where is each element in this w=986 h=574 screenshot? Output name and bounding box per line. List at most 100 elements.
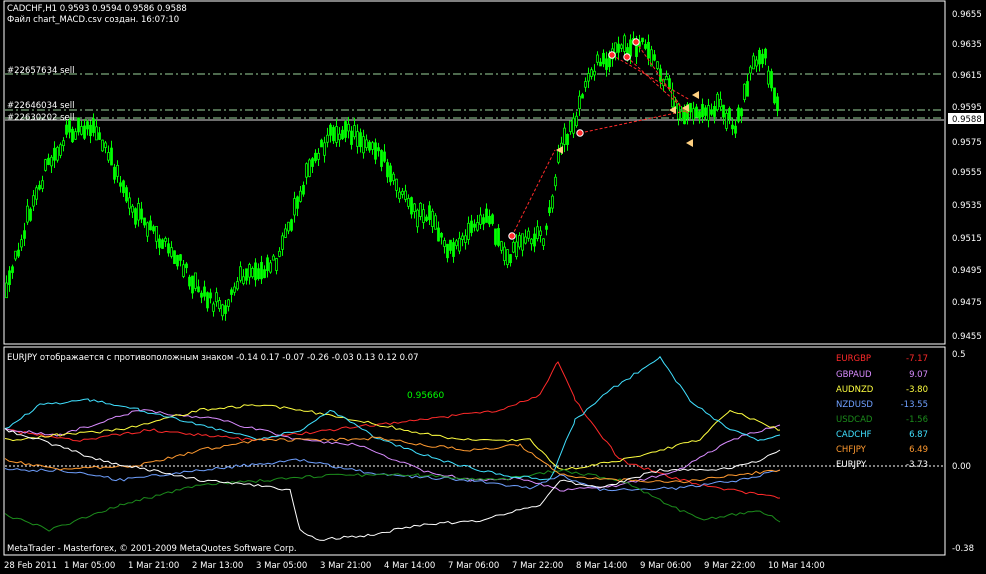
candle-body — [722, 104, 725, 118]
time-axis: 28 Feb 2011 1 Mar 05:00 1 Mar 21:00 2 Ma… — [4, 561, 825, 571]
time-tick: 2 Mar 13:00 — [192, 561, 243, 571]
candle-body — [707, 105, 710, 121]
legend-symbol: CHFJPY — [836, 445, 867, 455]
candle-body — [515, 241, 518, 258]
candle-body — [719, 98, 722, 108]
legend-symbol: NZDUSD — [836, 400, 873, 410]
candle-body — [371, 142, 374, 150]
candle-body — [743, 83, 746, 101]
candle-body — [731, 124, 734, 130]
candle-body — [491, 214, 494, 224]
candle-body — [713, 106, 716, 117]
candle-body — [284, 228, 287, 238]
candle-body — [659, 68, 662, 82]
candle-body — [230, 289, 233, 295]
candle-body — [254, 262, 257, 281]
candle-body — [530, 238, 533, 245]
candle-body — [497, 228, 500, 246]
candle-body — [737, 107, 740, 122]
candle-body — [131, 205, 134, 213]
price-panel[interactable] — [3, 0, 946, 345]
candle-body — [383, 151, 386, 162]
candle-body — [101, 139, 104, 152]
candle-body — [623, 35, 626, 52]
indicator-tick: -0.38 — [952, 544, 974, 554]
price-tick: 0.9515 — [952, 234, 982, 244]
candle-body — [386, 162, 389, 178]
candle-body — [488, 215, 491, 225]
candle-body — [677, 103, 680, 120]
candle-body — [89, 124, 92, 137]
candle-body — [572, 117, 575, 134]
candle-body — [65, 124, 68, 135]
candle-body — [764, 48, 767, 59]
time-tick: 3 Mar 05:00 — [256, 561, 307, 571]
time-tick: 1 Mar 21:00 — [128, 561, 179, 571]
candle-body — [347, 123, 350, 132]
candle-body — [242, 276, 245, 284]
legend-value: 6.49 — [909, 445, 928, 455]
candle-body — [485, 208, 488, 223]
time-tick: 7 Mar 06:00 — [448, 561, 499, 571]
candle-body — [344, 121, 347, 138]
candle-body — [647, 41, 650, 59]
candle-body — [20, 239, 23, 248]
legend-value: -7.17 — [906, 354, 928, 364]
candle-body — [161, 239, 164, 249]
candle-body — [578, 95, 581, 110]
candle-body — [62, 140, 65, 147]
candle-body — [29, 208, 32, 221]
price-tick: 0.9555 — [952, 168, 982, 178]
candle-body — [77, 117, 80, 133]
price-header: CADCHF,H1 0.9593 0.9594 0.9586 0.9588 — [7, 4, 187, 14]
candle-body — [602, 52, 605, 65]
time-tick: 8 Mar 14:00 — [576, 561, 627, 571]
candle-body — [500, 241, 503, 251]
price-tick: 0.9575 — [952, 138, 982, 148]
candle-body — [260, 261, 263, 280]
candle-body — [59, 144, 62, 156]
chart-canvas[interactable]: CADCHF,H1 0.9593 0.9594 0.9586 0.9588 Фа… — [0, 0, 986, 572]
candle-body — [293, 198, 296, 216]
candle-body — [53, 147, 56, 161]
candle-body — [170, 247, 173, 257]
candle-body — [455, 240, 458, 247]
candle-body — [461, 235, 464, 240]
indicator-panel[interactable] — [3, 346, 946, 556]
candle-body — [311, 158, 314, 167]
price-tick: 0.9535 — [952, 201, 982, 211]
candle-body — [380, 150, 383, 167]
candle-body — [644, 43, 647, 49]
candle-body — [128, 197, 131, 209]
candle-body — [494, 228, 497, 245]
candle-body — [335, 126, 338, 143]
candle-body — [695, 106, 698, 118]
candle-body — [314, 152, 317, 162]
candle-body — [617, 43, 620, 53]
candle-body — [275, 258, 278, 271]
candle-body — [155, 225, 158, 242]
candle-body — [629, 39, 632, 57]
candle-body — [416, 209, 419, 228]
candle-body — [566, 133, 569, 145]
order-label: #22657634 sell — [7, 66, 74, 76]
candle-body — [356, 131, 359, 147]
candle-body — [224, 305, 227, 314]
candle-body — [236, 281, 239, 290]
candle-body — [620, 44, 623, 49]
candle-body — [32, 195, 35, 207]
price-axis: 0.9655 0.9635 0.9615 0.9595 0.9575 0.955… — [952, 10, 982, 342]
candle-body — [359, 132, 362, 148]
candle-body — [74, 131, 77, 140]
candle-body — [605, 58, 608, 70]
candle-body — [506, 249, 509, 265]
candle-body — [752, 55, 755, 70]
candle-body — [518, 235, 521, 248]
price-tick: 0.9495 — [952, 266, 982, 276]
candle-body — [107, 152, 110, 161]
candle-body — [158, 238, 161, 248]
price-tick: 0.9455 — [952, 332, 982, 342]
candle-body — [419, 202, 422, 217]
candle-body — [422, 209, 425, 223]
candle-body — [212, 303, 215, 312]
